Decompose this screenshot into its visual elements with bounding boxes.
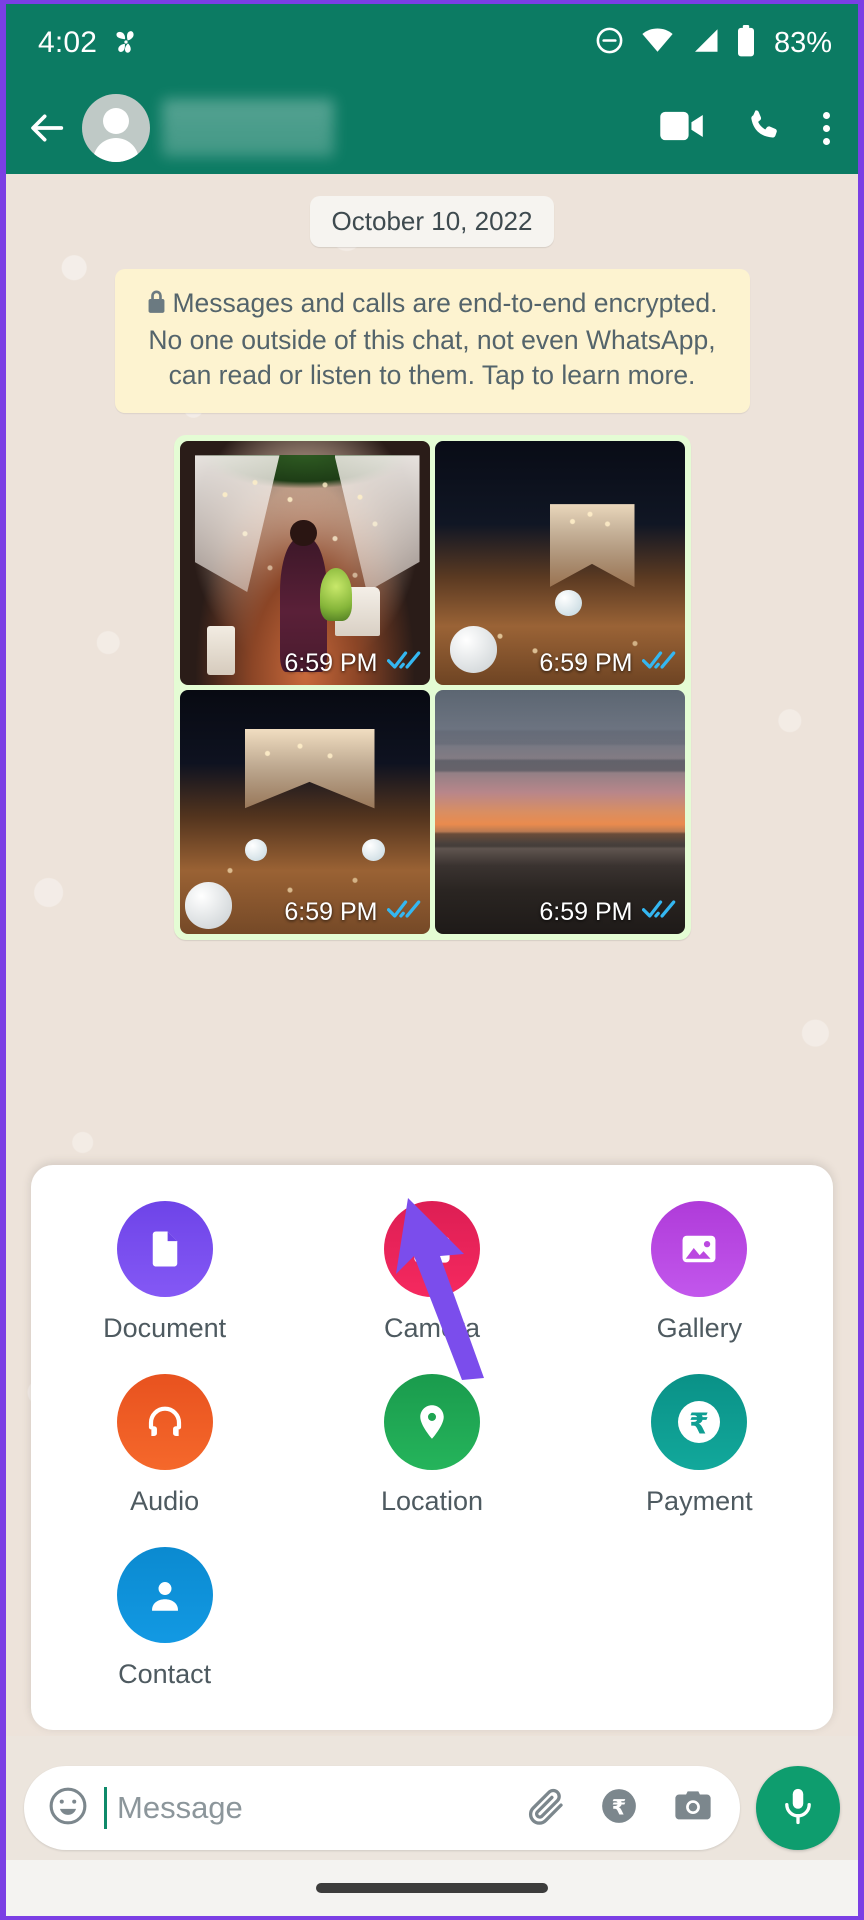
- attachment-label-audio: Audio: [130, 1486, 200, 1516]
- status-bar-left: 4:02: [38, 26, 141, 61]
- photo-timestamp-1: 6:59 PM: [284, 648, 378, 677]
- attachment-label-payment: Payment: [646, 1486, 753, 1516]
- gallery-icon: [651, 1201, 748, 1297]
- cellular-signal-icon: [690, 27, 720, 59]
- message-input-field[interactable]: Message: [104, 1787, 512, 1829]
- read-receipt-icon-2: [641, 649, 676, 678]
- home-gesture-pill[interactable]: [316, 1883, 548, 1893]
- photo-meta-4: 6:59 PM: [539, 898, 675, 927]
- album-photo-4[interactable]: 6:59 PM: [434, 689, 685, 934]
- voice-call-icon[interactable]: [745, 107, 783, 150]
- encryption-notice-text: Messages and calls are end-to-end encryp…: [148, 288, 718, 391]
- photo-timestamp-2: 6:59 PM: [539, 648, 633, 677]
- attachment-panel-wrapper: Document Camera Gallery Audio Location ₹…: [6, 1165, 858, 1736]
- camera-icon: [383, 1201, 480, 1297]
- battery-percent: 83%: [773, 26, 832, 59]
- location-pin-icon: [383, 1374, 480, 1470]
- phone-screen: 4:02 83% October 10, 2022 Messages and c…: [6, 4, 858, 1916]
- attachment-item-location[interactable]: Location: [344, 1374, 519, 1517]
- photo-meta-2: 6:59 PM: [539, 649, 675, 678]
- album-photo-3[interactable]: 6:59 PM: [179, 689, 430, 934]
- album-photo-2[interactable]: 6:59 PM: [434, 440, 685, 685]
- contact-name-redacted[interactable]: [162, 99, 334, 157]
- photo-album-row: 6:59 PM 6:59 PM 6:59 PM 6:59 PM: [6, 413, 858, 940]
- voice-record-button[interactable]: [756, 1766, 840, 1850]
- video-call-icon[interactable]: [659, 109, 705, 148]
- read-receipt-icon-4: [641, 898, 676, 927]
- do-not-disturb-icon: [594, 25, 625, 61]
- payment-rupee-icon[interactable]: ₹: [596, 1783, 642, 1834]
- status-time: 4:02: [38, 26, 98, 59]
- photo-timestamp-4: 6:59 PM: [539, 897, 633, 926]
- album-photo-1[interactable]: 6:59 PM: [179, 440, 430, 685]
- read-receipt-icon-3: [386, 898, 421, 927]
- attachment-item-document[interactable]: Document: [77, 1201, 252, 1344]
- battery-icon: [736, 24, 756, 62]
- photo-album-bubble[interactable]: 6:59 PM 6:59 PM 6:59 PM 6:59 PM: [173, 434, 691, 940]
- photo-meta-3: 6:59 PM: [284, 898, 420, 927]
- emoji-icon[interactable]: [46, 1784, 90, 1833]
- svg-text:₹: ₹: [689, 1407, 709, 1441]
- attachment-label-location: Location: [380, 1486, 484, 1516]
- status-bar: 4:02 83%: [6, 4, 858, 82]
- encryption-notice-row: Messages and calls are end-to-end encryp…: [6, 247, 858, 413]
- attachment-item-contact[interactable]: Contact: [77, 1547, 252, 1690]
- overflow-menu-icon[interactable]: [823, 111, 830, 145]
- photo-meta-1: 6:59 PM: [284, 649, 420, 678]
- app-bar-actions: [659, 107, 836, 150]
- attachment-item-gallery[interactable]: Gallery: [612, 1201, 787, 1344]
- camera-icon[interactable]: [670, 1783, 716, 1834]
- lock-icon: [146, 288, 167, 323]
- input-bar-icons: ₹: [526, 1783, 716, 1834]
- chat-message-area: October 10, 2022 Messages and calls are …: [6, 174, 858, 1736]
- attachment-item-audio[interactable]: Audio: [77, 1374, 252, 1517]
- attachment-label-camera: Camera: [383, 1313, 480, 1343]
- read-receipt-icon-1: [386, 649, 421, 678]
- attachment-item-camera[interactable]: Camera: [344, 1201, 519, 1344]
- contact-icon: [116, 1547, 213, 1643]
- encryption-notice[interactable]: Messages and calls are end-to-end encryp…: [114, 269, 750, 413]
- attach-paperclip-icon[interactable]: [526, 1785, 568, 1832]
- attachment-label-contact: Contact: [118, 1659, 212, 1689]
- headphones-icon: [116, 1374, 213, 1470]
- date-divider-row: October 10, 2022: [6, 174, 858, 247]
- attachment-label-gallery: Gallery: [656, 1313, 743, 1343]
- wifi-icon: [641, 27, 674, 59]
- photo-timestamp-3: 6:59 PM: [284, 897, 378, 926]
- fan-icon: [111, 26, 141, 61]
- attachment-grid: Document Camera Gallery Audio Location ₹…: [31, 1201, 833, 1690]
- rupee-icon: ₹: [651, 1374, 748, 1470]
- status-bar-right: 83%: [594, 24, 832, 62]
- message-input-pill[interactable]: Message ₹: [24, 1766, 740, 1850]
- android-nav-bar: [6, 1860, 858, 1916]
- chat-app-bar: [6, 82, 858, 174]
- date-divider: October 10, 2022: [309, 196, 555, 247]
- microphone-icon: [777, 1785, 819, 1832]
- avatar[interactable]: [82, 94, 150, 162]
- text-caret: [104, 1787, 107, 1829]
- attachment-item-payment[interactable]: ₹ Payment: [612, 1374, 787, 1517]
- attachment-panel: Document Camera Gallery Audio Location ₹…: [31, 1165, 833, 1730]
- document-icon: [116, 1201, 213, 1297]
- attachment-label-document: Document: [103, 1313, 227, 1343]
- back-arrow-icon[interactable]: [16, 96, 80, 160]
- svg-text:₹: ₹: [612, 1794, 627, 1819]
- message-placeholder-text: Message: [117, 1790, 243, 1825]
- message-input-bar: Message ₹: [6, 1756, 858, 1860]
